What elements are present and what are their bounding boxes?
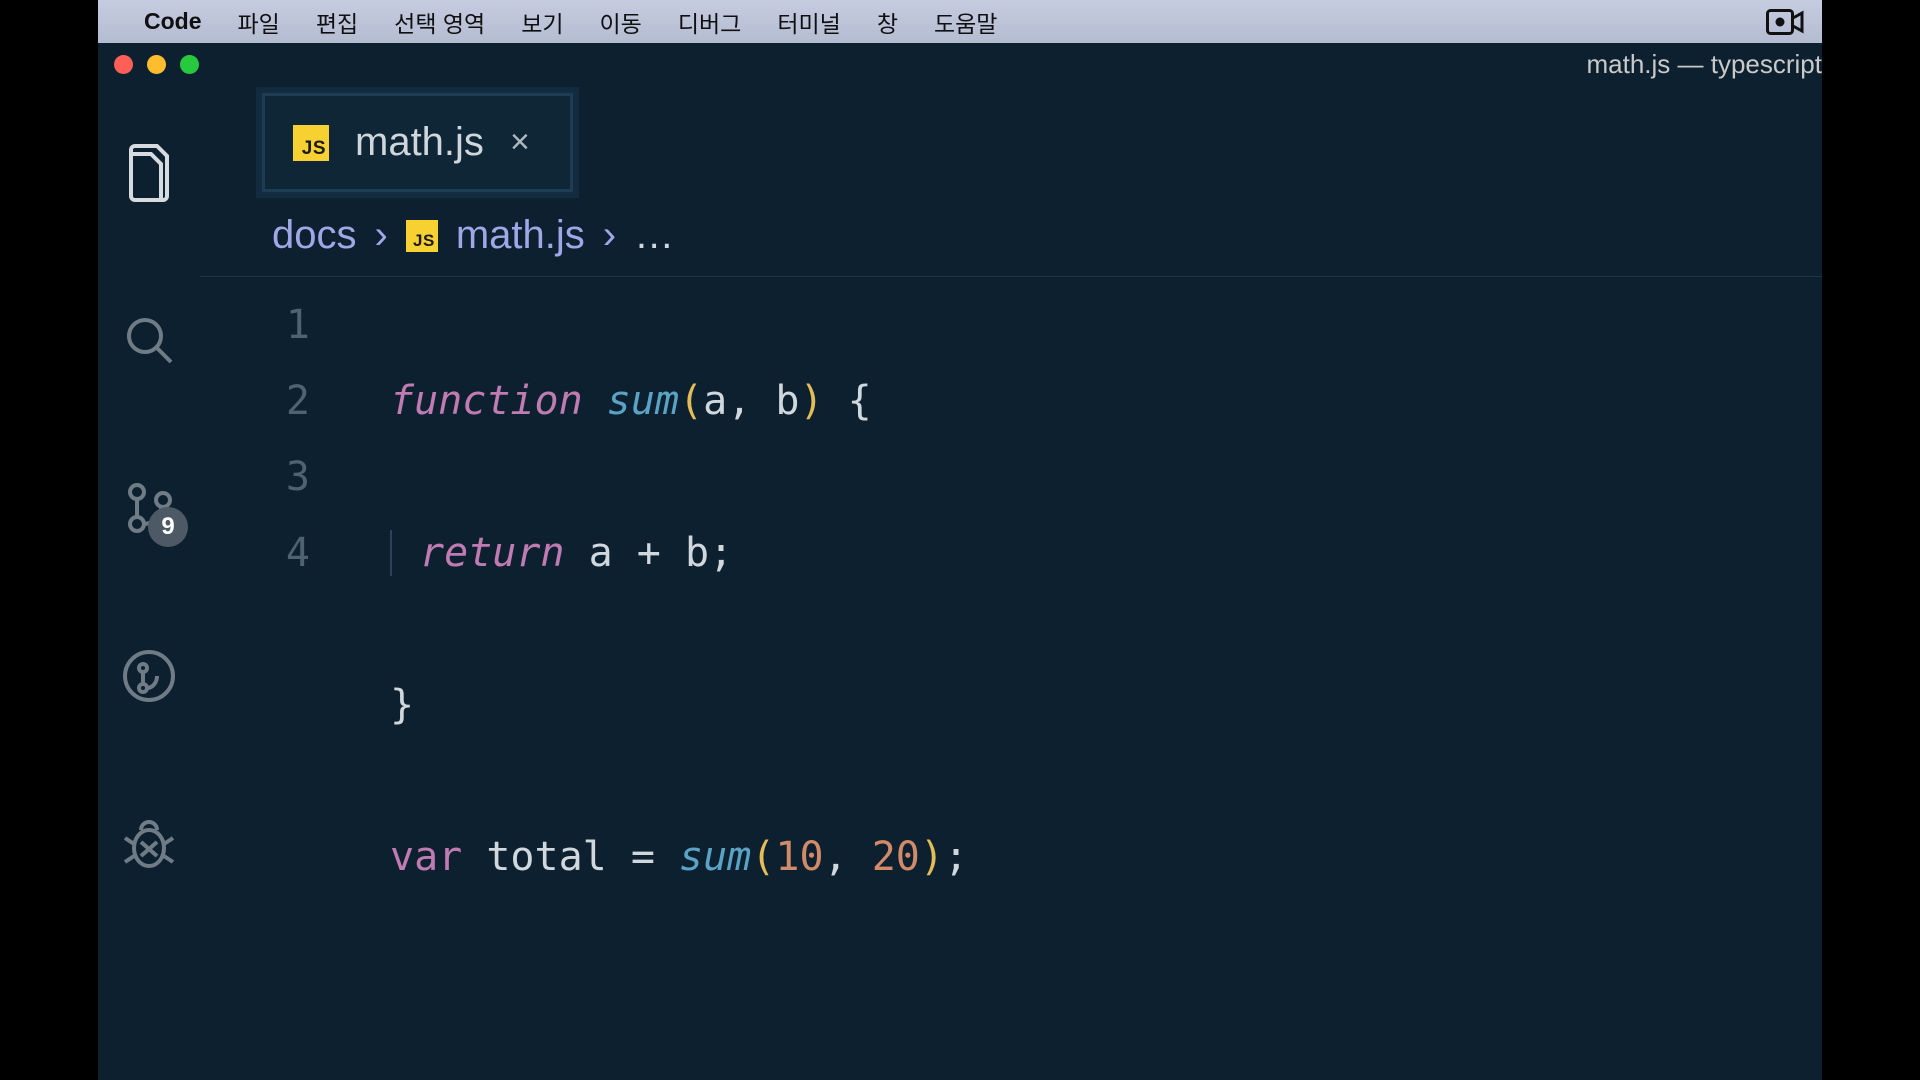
- breadcrumb-file[interactable]: math.js: [456, 213, 585, 258]
- line-number: 2: [200, 363, 310, 439]
- chevron-right-icon: ›: [603, 213, 616, 258]
- js-file-icon: JS: [406, 220, 438, 252]
- menubar-item-debug[interactable]: 디버그: [660, 5, 759, 39]
- code-line: var total = sum(10, 20);: [390, 819, 1822, 895]
- line-number: 3: [200, 439, 310, 515]
- code-line: }: [390, 667, 1822, 743]
- menubar-item-view[interactable]: 보기: [503, 5, 581, 39]
- window-titlebar: math.js — typescript: [98, 43, 1822, 85]
- menubar-item-selection[interactable]: 선택 영역: [376, 5, 503, 39]
- scm-badge: 9: [148, 507, 188, 547]
- editor-window: math.js — typescript: [98, 43, 1822, 1080]
- menubar-item-terminal[interactable]: 터미널: [759, 5, 858, 39]
- window-title: math.js — typescript: [1586, 49, 1822, 80]
- activity-debug-icon[interactable]: [120, 815, 178, 873]
- window-minimize-button[interactable]: [147, 55, 166, 74]
- editor-tab-mathjs[interactable]: JS math.js ×: [262, 93, 573, 192]
- menubar-item-window[interactable]: 창: [859, 5, 916, 39]
- code-content[interactable]: function sum(a, b) { return a + b; } var…: [390, 287, 1822, 1080]
- activity-gitlens-icon[interactable]: [120, 647, 178, 705]
- line-number: 1: [200, 287, 310, 363]
- code-line: function sum(a, b) {: [390, 363, 1822, 439]
- activity-explorer-icon[interactable]: [120, 143, 178, 201]
- line-number-gutter: 1 2 3 4: [200, 287, 390, 1080]
- tab-bar: JS math.js ×: [200, 85, 1822, 195]
- breadcrumb-folder[interactable]: docs: [272, 213, 357, 258]
- menubar-app-name[interactable]: Code: [144, 8, 220, 35]
- tab-close-icon[interactable]: ×: [510, 123, 530, 162]
- activity-source-control-icon[interactable]: 9: [120, 479, 178, 537]
- macos-menubar: Code 파일 편집 선택 영역 보기 이동 디버그 터미널 창 도움말: [98, 0, 1822, 43]
- code-line: return a + b;: [390, 515, 1822, 591]
- breadcrumb: docs › JS math.js › …: [200, 195, 1822, 277]
- screen-record-icon[interactable]: [1766, 9, 1804, 35]
- js-file-icon: JS: [293, 125, 329, 161]
- breadcrumb-ellipsis[interactable]: …: [634, 213, 674, 258]
- line-number: 4: [200, 515, 310, 591]
- activity-bar: 9: [98, 85, 200, 1080]
- menubar-item-help[interactable]: 도움말: [916, 5, 1015, 39]
- chevron-right-icon: ›: [375, 213, 388, 258]
- window-zoom-button[interactable]: [180, 55, 199, 74]
- tab-filename: math.js: [355, 120, 484, 165]
- window-traffic-lights: [114, 55, 199, 74]
- activity-search-icon[interactable]: [120, 311, 178, 369]
- menubar-item-edit[interactable]: 편집: [298, 5, 376, 39]
- menubar-item-file[interactable]: 파일: [220, 5, 298, 39]
- window-close-button[interactable]: [114, 55, 133, 74]
- code-editor[interactable]: 1 2 3 4 function sum(a, b) { return a + …: [200, 277, 1822, 1080]
- menubar-item-go[interactable]: 이동: [582, 5, 660, 39]
